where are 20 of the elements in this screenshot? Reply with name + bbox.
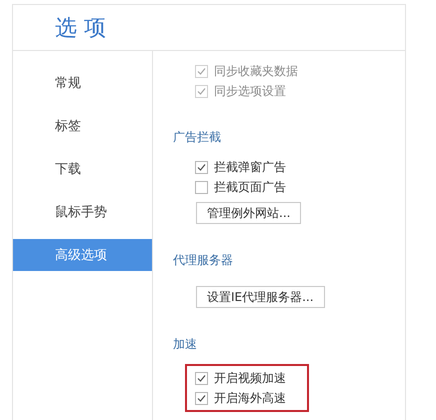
section-button[interactable]: 设置IE代理服务器... [196, 286, 325, 308]
checkbox[interactable] [195, 392, 208, 404]
sidebar-item[interactable]: 标签 [13, 110, 152, 142]
checkbox-label: 拦截弹窗广告 [214, 158, 286, 176]
checkbox-label: 拦截页面广告 [214, 178, 286, 196]
checkbox-label: 开启海外高速 [214, 390, 286, 406]
checkbox-label: 同步收藏夹数据 [214, 62, 298, 80]
section-heading: 广告拦截 [173, 129, 222, 146]
checkbox-label: 同步选项设置 [214, 82, 286, 100]
checkbox[interactable] [195, 160, 208, 174]
checkbox-label: 开启视频加速 [214, 370, 286, 386]
sidebar-item[interactable]: 鼠标手势 [13, 196, 152, 228]
section-button[interactable]: 管理例外网站... [196, 202, 302, 224]
section-heading: 加速 [173, 336, 198, 353]
sidebar-item[interactable]: 常规 [13, 67, 152, 99]
window-title: 选 项 [55, 14, 106, 42]
sidebar-item[interactable]: 下载 [13, 153, 152, 185]
section-heading: 代理服务器 [173, 252, 234, 269]
checkbox[interactable] [195, 372, 208, 384]
checkbox[interactable] [195, 180, 208, 194]
